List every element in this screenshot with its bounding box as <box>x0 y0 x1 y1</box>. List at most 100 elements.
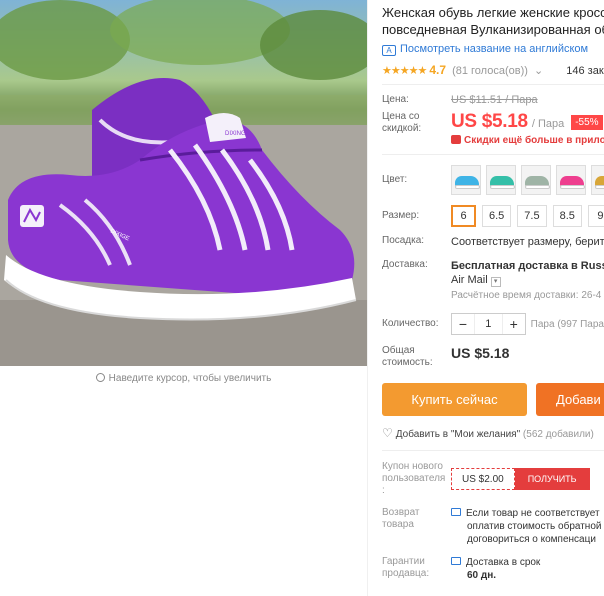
color-label: Цвет: <box>382 174 408 185</box>
action-buttons: Купить сейчас Добави <box>382 383 604 416</box>
logo-patch <box>20 205 44 227</box>
discount-badge: -55% <box>571 115 603 130</box>
delivery-carrier[interactable]: Air Mail ▾ <box>451 273 604 287</box>
quantity-row: Количество: − 1 + Пара (997 Пара <box>382 313 604 335</box>
old-price: US $11.51 / Пара <box>451 94 538 106</box>
votes-link[interactable]: (81 голоса(ов)) <box>452 65 528 77</box>
guarantee-label: Гарантии продавца: <box>382 556 451 580</box>
column-divider <box>367 0 368 596</box>
coupon-label: Купон нового пользователя : <box>382 461 451 497</box>
wishlist-label: Добавить в "Мои желания" <box>395 429 521 440</box>
divider <box>382 84 604 85</box>
wishlist-count: (562 добавили) <box>522 429 594 440</box>
swatch-shoe-sole <box>455 185 480 189</box>
rating-row: ★★★★★4.7 (81 голоса(ов)) ⌄ 146 заказа <box>382 63 604 77</box>
product-image[interactable]: DIXING DIXIGE <box>0 0 367 366</box>
returns-label-line-2: товара <box>382 519 414 530</box>
sale-price-row: Цена со скидкой: US $5.18/ Пара -55% Скид… <box>382 111 604 146</box>
translate-icon: A <box>382 45 396 56</box>
translate-link[interactable]: A Посмотреть название на английском <box>382 43 604 56</box>
buy-now-button[interactable]: Купить сейчас <box>382 383 527 416</box>
total-label: Общая стоимость: <box>382 345 451 369</box>
guarantee-row: Гарантии продавца: Доставка в срок 60 дн… <box>382 556 604 582</box>
color-row: Цвет: <box>382 165 604 195</box>
quantity-available: Пара (997 Пара <box>530 318 604 330</box>
shoe-illustration: DIXING DIXIGE <box>0 0 367 366</box>
fit-row: Посадка: Соответствует размеру, берите с <box>382 235 604 249</box>
title-line-1: Женская обувь легкие женские кроссо <box>382 5 604 20</box>
total-label-line-2: стоимость: <box>382 357 433 368</box>
quantity-input[interactable]: 1 <box>474 314 503 334</box>
size-row: Размер: 6 6.5 7.5 8.5 9 <box>382 205 604 227</box>
discount-price-label: Цена со скидкой: <box>382 111 422 134</box>
swatch-shoe-sole <box>525 185 550 189</box>
size-option[interactable]: 9 <box>587 205 604 227</box>
chevron-down-icon[interactable]: ⌄ <box>534 65 543 77</box>
coupon-row: Купон нового пользователя : US $2.00 ПОЛ… <box>382 461 604 497</box>
product-info: Женская обувь легкие женские кроссо повс… <box>382 0 604 596</box>
quantity-plus-button[interactable]: + <box>503 314 525 334</box>
rating-stars: ★★★★★ <box>382 65 427 77</box>
zoom-hint: Наведите курсор, чтобы увеличить <box>0 372 367 384</box>
color-swatch-gold[interactable] <box>591 165 604 195</box>
swatch-shoe-sole <box>490 185 515 189</box>
returns-line-1: Если товар не соответствует <box>466 508 600 519</box>
delivery-eta: Расчётное время доставки: 26-4 <box>451 290 602 301</box>
price-label: Цена: <box>382 94 409 105</box>
total-row: Общая стоимость: US $5.18 <box>382 345 604 369</box>
translate-link-text: Посмотреть название на английском <box>400 43 589 55</box>
orders-count: 146 заказа <box>566 65 604 77</box>
swatch-shoe-sole <box>560 185 585 189</box>
add-to-cart-button[interactable]: Добави <box>536 383 604 416</box>
zoom-hint-text: Наведите курсор, чтобы увеличить <box>108 373 272 384</box>
returns-line-3: договориться о компенсаци <box>467 534 596 545</box>
delivery-row: Доставка: Бесплатная доставка в Russian … <box>382 259 604 301</box>
divider <box>382 154 604 155</box>
wishlist-link[interactable]: ♡ Добавить в "Мои желания" (562 добавили) <box>382 426 604 440</box>
quantity-label: Количество: <box>382 318 439 329</box>
delivery-method: Бесплатная доставка в Russian <box>451 260 604 272</box>
delivery-label: Доставка: <box>382 259 428 270</box>
chevron-down-icon[interactable]: ▾ <box>490 277 501 287</box>
old-price-row: Цена: US $11.51 / Пара <box>382 94 604 106</box>
guarantee-line-2: 60 дн. <box>467 570 497 581</box>
title-line-2: повседневная Вулканизированная обу <box>382 22 604 37</box>
quantity-minus-button[interactable]: − <box>452 314 474 334</box>
size-option[interactable]: 7.5 <box>517 205 547 227</box>
color-swatch-teal[interactable] <box>486 165 516 195</box>
guarantee-line-1: Доставка в срок <box>466 557 541 568</box>
color-swatch-pink[interactable] <box>556 165 586 195</box>
returns-label-line-1: Возврат <box>382 507 420 518</box>
heart-icon: ♡ <box>382 426 393 440</box>
size-option[interactable]: 8.5 <box>552 205 582 227</box>
magnifier-icon <box>95 373 105 382</box>
returns-label: Возврат товара <box>382 507 451 531</box>
app-promo-text: Скидки ещё больше в приложении <box>464 135 604 146</box>
guarantee-label-line-2: продавца: <box>382 568 430 579</box>
total-label-line-1: Общая <box>382 345 415 356</box>
tag-icon <box>451 135 461 144</box>
guarantee-label-line-1: Гарантии <box>382 556 425 567</box>
total-value: US $5.18 <box>451 345 510 361</box>
size-option[interactable]: 6.5 <box>482 205 512 227</box>
color-swatch-light-blue[interactable] <box>451 165 481 195</box>
size-label: Размер: <box>382 210 420 221</box>
coupon-value: US $2.00 <box>451 468 515 490</box>
price-unit: / Пара <box>531 118 565 130</box>
color-swatch-grey-green[interactable] <box>521 165 551 195</box>
quantity-stepper: − 1 + <box>451 313 526 335</box>
divider <box>382 450 604 451</box>
returns-line-2: оплатив стоимость обратной <box>467 521 602 532</box>
tongue-brand-text: DIXING <box>225 131 246 137</box>
product-title: Женская обувь легкие женские кроссо повс… <box>382 4 604 38</box>
coupon: US $2.00 ПОЛУЧИТЬ <box>451 468 590 490</box>
app-promo[interactable]: Скидки ещё больше в приложении <box>451 135 604 146</box>
coupon-label-line-1: Купон нового <box>382 461 443 472</box>
swatch-shoe-sole <box>595 185 604 189</box>
get-coupon-button[interactable]: ПОЛУЧИТЬ <box>514 468 590 490</box>
delivery-carrier-text: Air Mail <box>451 274 488 286</box>
color-swatches <box>451 165 604 195</box>
return-policy-icon <box>451 508 461 516</box>
coupon-label-line-3: : <box>382 485 385 496</box>
size-option[interactable]: 6 <box>451 205 476 227</box>
